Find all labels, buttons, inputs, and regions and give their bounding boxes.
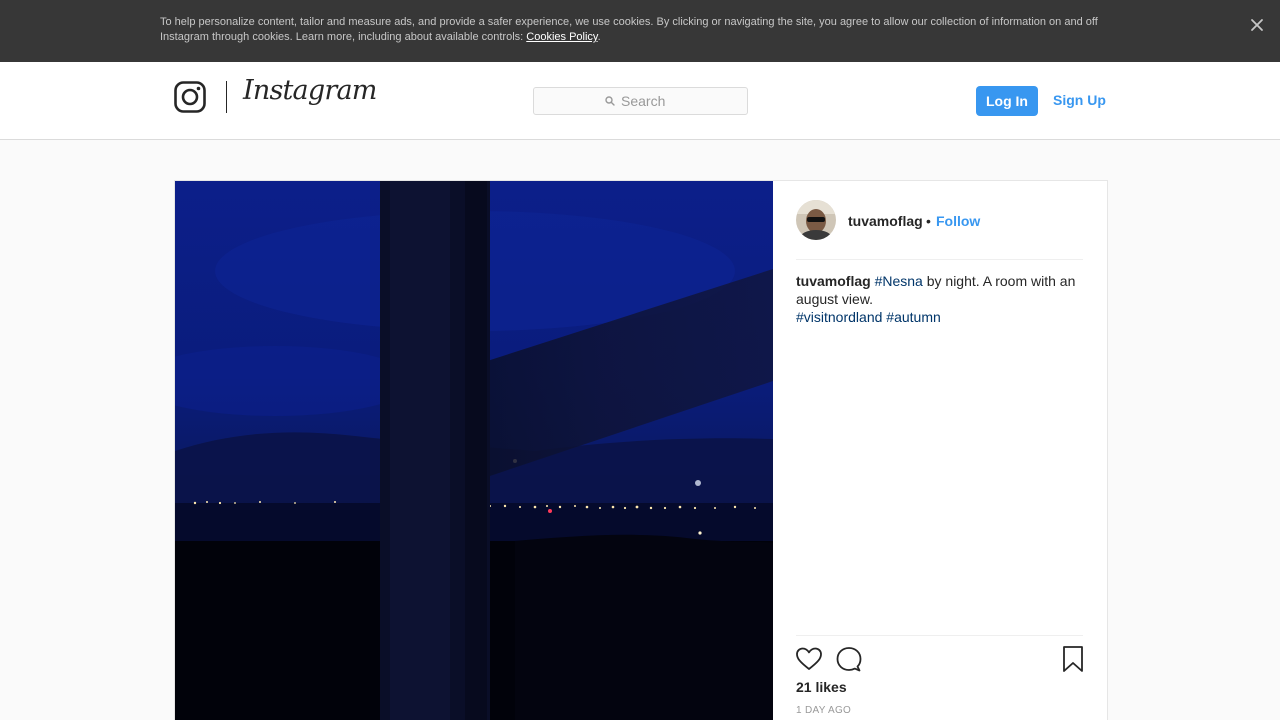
post-photo[interactable] [175, 181, 773, 720]
post-caption: tuvamoflag #Nesna by night. A room with … [796, 272, 1088, 326]
cookie-message-text: To help personalize content, tailor and … [160, 16, 1098, 43]
cookie-message-end: . [597, 31, 601, 43]
cookies-policy-link[interactable]: Cookies Policy [526, 31, 597, 43]
author-avatar[interactable] [796, 200, 836, 240]
close-icon[interactable] [1248, 16, 1266, 34]
divider [796, 635, 1083, 636]
hashtag-visitnordland[interactable]: #visitnordland [796, 309, 882, 325]
hashtag-autumn[interactable]: #autumn [886, 309, 940, 325]
post-card: tuvamoflag • Follow tuvamoflag #Nesna by… [174, 180, 1108, 720]
sign-up-link[interactable]: Sign Up [1053, 92, 1106, 108]
night-view-photo [175, 181, 773, 720]
post-sidebar: tuvamoflag • Follow tuvamoflag #Nesna by… [773, 181, 1109, 720]
post-timestamp[interactable]: 1 DAY AGO [796, 705, 851, 716]
likes-count[interactable]: 21 likes [796, 679, 847, 695]
cookie-banner: To help personalize content, tailor and … [0, 0, 1280, 62]
log-in-button[interactable]: Log In [976, 86, 1038, 116]
search-placeholder: Search [621, 93, 666, 109]
author-username[interactable]: tuvamoflag [848, 213, 923, 229]
caption-username[interactable]: tuvamoflag [796, 273, 871, 289]
avatar-image [796, 200, 836, 240]
instagram-wordmark[interactable]: Instagram [243, 75, 377, 106]
search-input[interactable]: Search [533, 87, 748, 115]
logo-divider [226, 81, 227, 113]
comment-icon[interactable] [835, 645, 863, 673]
hashtag-nesna[interactable]: #Nesna [875, 273, 923, 289]
separator-dot: • [926, 213, 931, 229]
heart-icon[interactable] [795, 645, 823, 673]
search-icon [605, 96, 615, 106]
divider [796, 259, 1083, 260]
top-navbar: Instagram Search Log In Sign Up [0, 62, 1280, 140]
cookie-message: To help personalize content, tailor and … [160, 15, 1120, 45]
bookmark-icon[interactable] [1062, 645, 1084, 673]
instagram-camera-icon[interactable] [174, 81, 206, 113]
follow-button[interactable]: Follow [936, 213, 980, 229]
